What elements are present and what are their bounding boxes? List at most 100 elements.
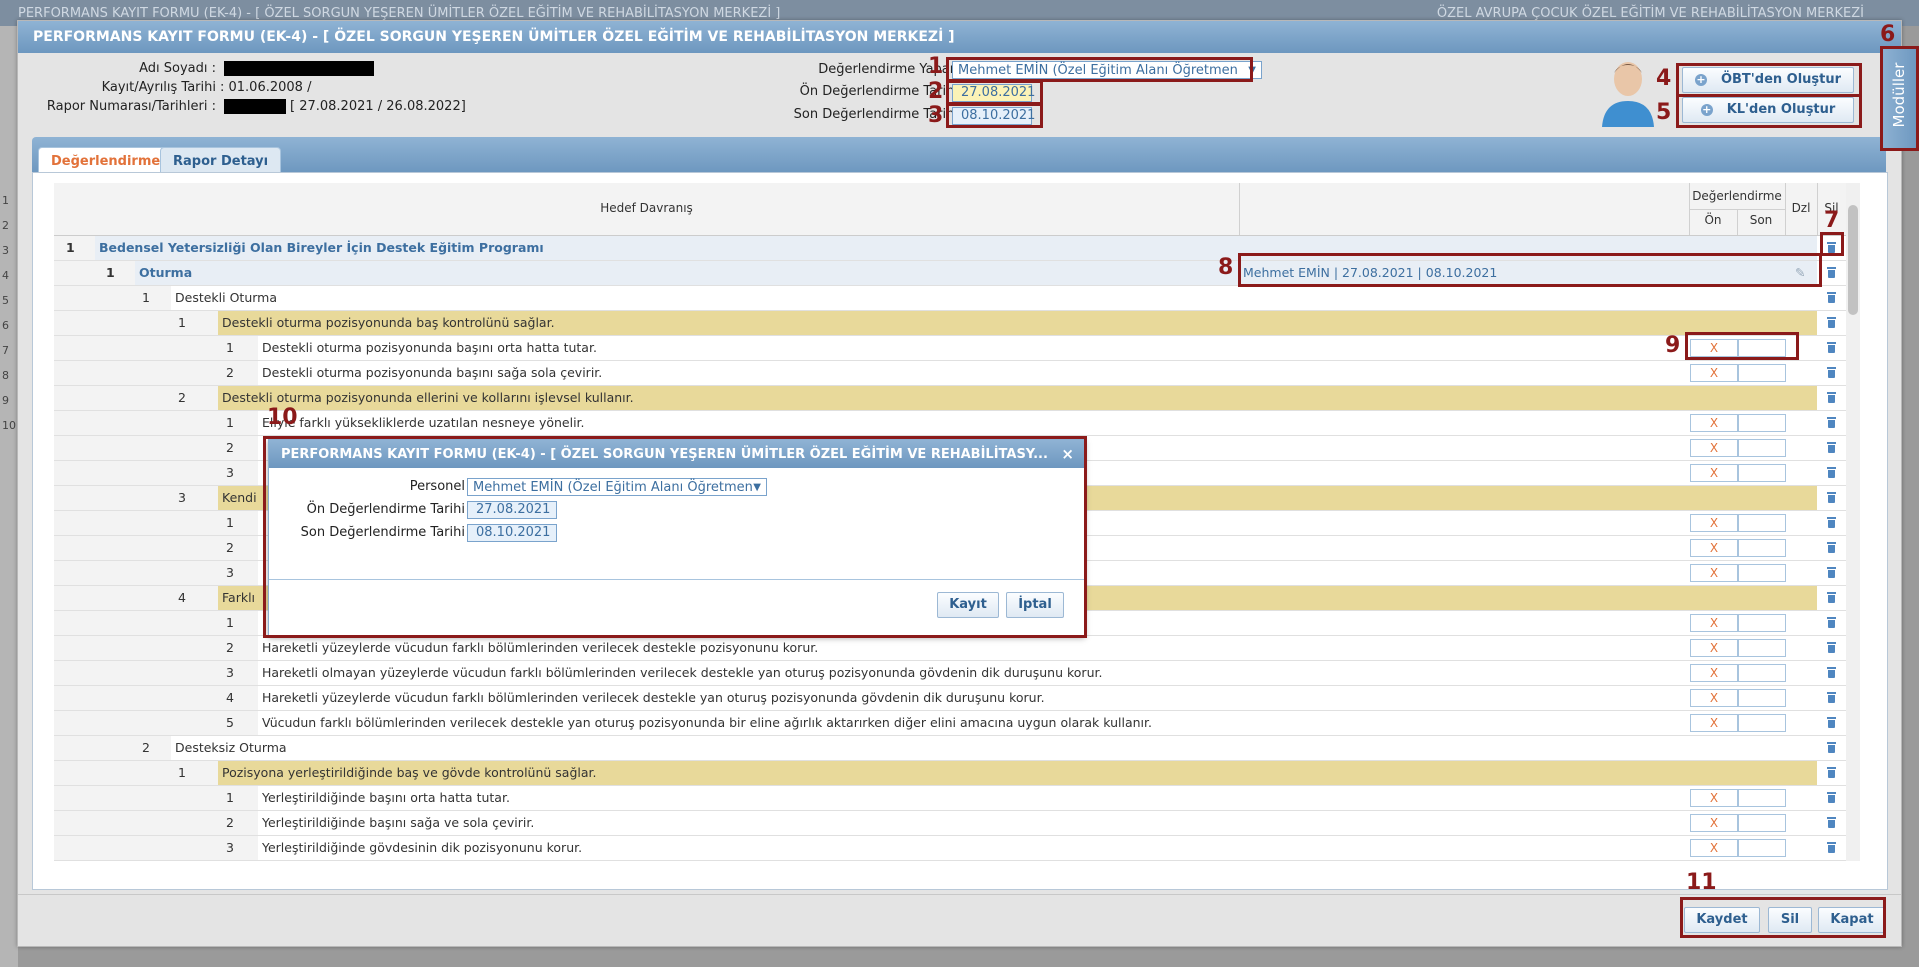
trash-icon[interactable] xyxy=(1827,842,1836,853)
trash-icon[interactable] xyxy=(1827,717,1836,728)
post-evaluation-box[interactable] xyxy=(1738,364,1786,382)
trash-icon[interactable] xyxy=(1827,592,1836,603)
background-row-numbers: 1 2 3 4 5 6 7 8 9 10 xyxy=(0,26,18,967)
trash-icon[interactable] xyxy=(1827,342,1836,353)
post-evaluation-box[interactable] xyxy=(1738,714,1786,732)
trash-icon[interactable] xyxy=(1827,667,1836,678)
post-evaluation-box[interactable] xyxy=(1738,789,1786,807)
pre-evaluation-box[interactable]: X xyxy=(1690,614,1738,632)
header-evaluation: Değerlendirme xyxy=(1692,189,1782,203)
row-indent xyxy=(54,736,171,760)
post-evaluation-box[interactable] xyxy=(1738,514,1786,532)
row-text: Destekli oturma pozisyonunda ellerini ve… xyxy=(222,390,634,405)
row-number: 1 xyxy=(106,265,115,280)
trash-icon[interactable] xyxy=(1827,367,1836,378)
pre-evaluation-box[interactable]: X xyxy=(1690,839,1738,857)
trash-icon[interactable] xyxy=(1827,267,1836,278)
trash-icon[interactable] xyxy=(1827,617,1836,628)
pre-evaluation-box[interactable]: X xyxy=(1690,364,1738,382)
post-evaluation-box[interactable] xyxy=(1738,539,1786,557)
row-indent xyxy=(54,261,135,285)
annotation-box xyxy=(1238,253,1822,287)
pre-evaluation-box[interactable]: X xyxy=(1690,689,1738,707)
pre-evaluation-box[interactable]: X xyxy=(1690,789,1738,807)
header-divider xyxy=(1689,209,1785,210)
trash-icon[interactable] xyxy=(1827,542,1836,553)
row-number: 3 xyxy=(226,840,234,855)
row-number: 1 xyxy=(226,340,234,355)
footer-bar: Kaydet Sil Kapat xyxy=(18,894,1901,947)
background-title: PERFORMANS KAYIT FORMU (EK-4) - [ ÖZEL S… xyxy=(18,6,781,21)
pre-evaluation-box[interactable]: X xyxy=(1690,439,1738,457)
row-number: 1 xyxy=(178,315,186,330)
trash-icon[interactable] xyxy=(1827,742,1836,753)
background-row-number: 7 xyxy=(2,344,9,357)
pre-evaluation-box[interactable]: X xyxy=(1690,564,1738,582)
row-number: 1 xyxy=(66,240,75,255)
pre-evaluation-box[interactable]: X xyxy=(1690,664,1738,682)
table-row: 2 Destekli oturma pozisyonunda ellerini v… xyxy=(54,386,1846,411)
pre-evaluation-box[interactable]: X xyxy=(1690,714,1738,732)
trash-icon[interactable] xyxy=(1827,767,1836,778)
row-text: Hareketli olmayan yüzeylerde vücudun far… xyxy=(262,665,1103,680)
scrollbar-thumb[interactable] xyxy=(1848,205,1858,315)
post-evaluation-box[interactable] xyxy=(1738,689,1786,707)
trash-icon[interactable] xyxy=(1827,467,1836,478)
annotation-number: 11 xyxy=(1686,870,1717,895)
post-evaluation-box[interactable] xyxy=(1738,414,1786,432)
pre-evaluation-box[interactable]: X xyxy=(1690,539,1738,557)
pre-date-label: Ön Değerlendirme Tarihi xyxy=(799,84,958,99)
row-indent xyxy=(54,386,218,410)
row-text: Hareketli yüzeylerde vücudun farklı bölü… xyxy=(262,640,819,655)
row-text: Vücudun farklı bölümlerinden verilecek d… xyxy=(262,715,1152,730)
post-evaluation-box[interactable] xyxy=(1738,564,1786,582)
trash-icon[interactable] xyxy=(1827,492,1836,503)
post-evaluation-box[interactable] xyxy=(1738,439,1786,457)
grid-scrollbar[interactable] xyxy=(1846,183,1860,861)
dates-value: : 01.06.2008 / xyxy=(220,80,312,95)
report-number-redacted xyxy=(224,99,286,114)
row-number: 3 xyxy=(178,490,186,505)
trash-icon[interactable] xyxy=(1827,642,1836,653)
trash-icon[interactable] xyxy=(1827,292,1836,303)
trash-icon[interactable] xyxy=(1827,417,1836,428)
header-divider xyxy=(1239,183,1240,235)
annotation-number: 8 xyxy=(1218,255,1234,280)
header-post: Son xyxy=(1749,213,1773,227)
trash-icon[interactable] xyxy=(1827,317,1836,328)
annotation-box xyxy=(946,57,1253,82)
annotation-box xyxy=(946,103,1043,128)
row-text: Destekli oturma pozisyonunda başını sağa… xyxy=(262,365,603,380)
pre-evaluation-box[interactable]: X xyxy=(1690,414,1738,432)
post-evaluation-box[interactable] xyxy=(1738,814,1786,832)
post-evaluation-box[interactable] xyxy=(1738,839,1786,857)
post-evaluation-box[interactable] xyxy=(1738,464,1786,482)
annotation-box xyxy=(1880,46,1919,151)
header-divider xyxy=(1817,183,1818,235)
pre-evaluation-box[interactable]: X xyxy=(1690,464,1738,482)
table-row: 1 Destekli Oturma xyxy=(54,286,1846,311)
row-number: 1 xyxy=(226,415,234,430)
trash-icon[interactable] xyxy=(1827,817,1836,828)
annotation-box xyxy=(1820,232,1844,256)
pre-evaluation-box[interactable]: X xyxy=(1690,514,1738,532)
table-row: 2 Destekli oturma pozisyonunda başını sağ… xyxy=(54,361,1846,386)
trash-icon[interactable] xyxy=(1827,442,1836,453)
row-number: 2 xyxy=(226,365,234,380)
trash-icon[interactable] xyxy=(1827,792,1836,803)
row-text: Oturma xyxy=(139,265,193,280)
trash-icon[interactable] xyxy=(1827,517,1836,528)
post-date-label: Son Değerlendirme Tarihi xyxy=(793,107,958,122)
row-text: Destekli oturma pozisyonunda başını orta… xyxy=(262,340,597,355)
post-evaluation-box[interactable] xyxy=(1738,664,1786,682)
pre-evaluation-box[interactable]: X xyxy=(1690,814,1738,832)
trash-icon[interactable] xyxy=(1827,692,1836,703)
row-number: 1 xyxy=(178,765,186,780)
trash-icon[interactable] xyxy=(1827,567,1836,578)
background-row-number: 10 xyxy=(2,419,16,432)
pre-evaluation-box[interactable]: X xyxy=(1690,639,1738,657)
post-evaluation-box[interactable] xyxy=(1738,639,1786,657)
row-text: Pozisyona yerleştirildiğinde baş ve gövd… xyxy=(222,765,597,780)
post-evaluation-box[interactable] xyxy=(1738,614,1786,632)
trash-icon[interactable] xyxy=(1827,392,1836,403)
